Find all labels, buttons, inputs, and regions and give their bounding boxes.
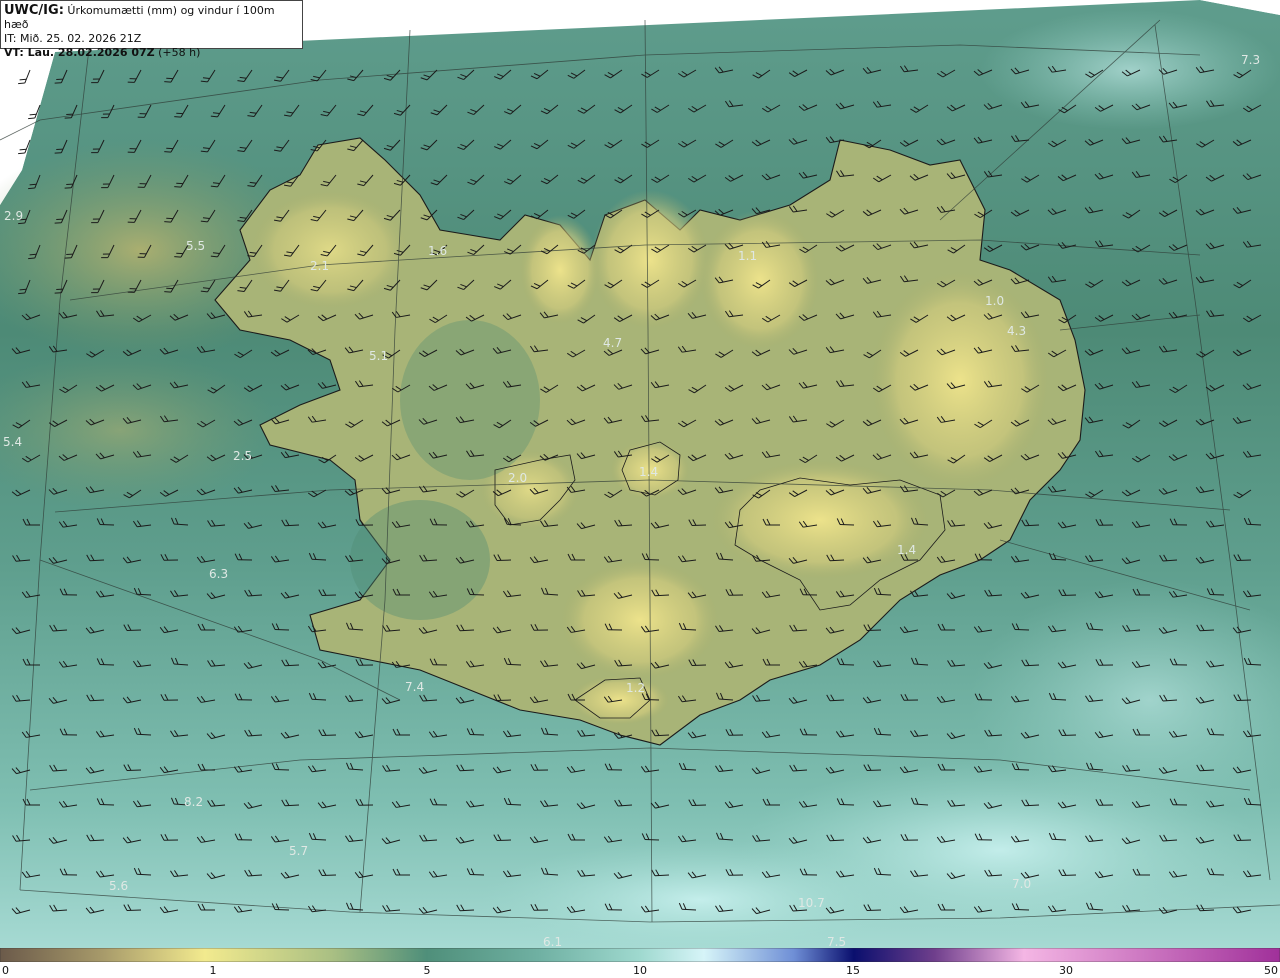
- colorbar: 0 1 5 10 15 30 50: [0, 948, 1280, 978]
- value-label: 6.1: [543, 935, 562, 948]
- header-infobox: UWC/IG: Úrkomumætti (mm) og vindur í 100…: [0, 0, 303, 59]
- value-label: 5.1: [369, 349, 388, 363]
- colorbar-tick: 0: [2, 964, 9, 977]
- value-label: 7.5: [827, 935, 846, 948]
- value-label: 2.9: [4, 209, 23, 223]
- colorbar-tick: 30: [1059, 964, 1073, 977]
- colorbar-tick: 10: [633, 964, 647, 977]
- value-label: 7.4: [405, 680, 424, 694]
- colorbar-tick: 1: [209, 964, 217, 977]
- value-label: 1.0: [985, 294, 1004, 308]
- value-label: 1.2: [626, 681, 645, 695]
- value-label: 5.4: [3, 435, 22, 449]
- colorbar-tick: 15: [846, 964, 860, 977]
- value-label: 5.6: [109, 879, 128, 893]
- colorbar-tick: 50: [1264, 964, 1278, 977]
- value-label: 10.7: [798, 896, 825, 910]
- value-label: 5.5: [186, 239, 205, 253]
- value-label: 7.0: [1012, 877, 1031, 891]
- forecast-lead: (+58 h): [158, 46, 201, 59]
- value-label: 5.7: [289, 844, 308, 858]
- colorbar-strip: [0, 948, 1280, 962]
- value-label: 4.3: [1007, 324, 1026, 338]
- value-label: 2.5: [233, 449, 252, 463]
- value-label: 4.7: [603, 336, 622, 350]
- colorbar-ticks: 0 1 5 10 15 30 50: [0, 962, 1280, 978]
- colorbar-tick: 5: [423, 964, 431, 977]
- map-canvas: 7.3 2.9 5.5 2.1 1.6 1.1 1.0 4.3 5.1 4.7 …: [0, 0, 1280, 948]
- value-label: 7.3: [1241, 53, 1260, 67]
- value-label: 8.2: [184, 795, 203, 809]
- value-label: 6.3: [209, 567, 228, 581]
- value-label: 2.1: [310, 259, 329, 273]
- valid-time: VT: Lau. 28.02.2026 07Z: [4, 46, 155, 59]
- init-time: IT: Mið. 25. 02. 2026 21Z: [4, 32, 142, 45]
- value-label: 1.4: [639, 465, 658, 479]
- value-label: 1.6: [428, 244, 447, 258]
- model-name: UWC/IG:: [4, 3, 64, 18]
- value-label: 1.1: [738, 249, 757, 263]
- value-label: 1.4: [897, 543, 916, 557]
- value-label: 2.0: [508, 471, 527, 485]
